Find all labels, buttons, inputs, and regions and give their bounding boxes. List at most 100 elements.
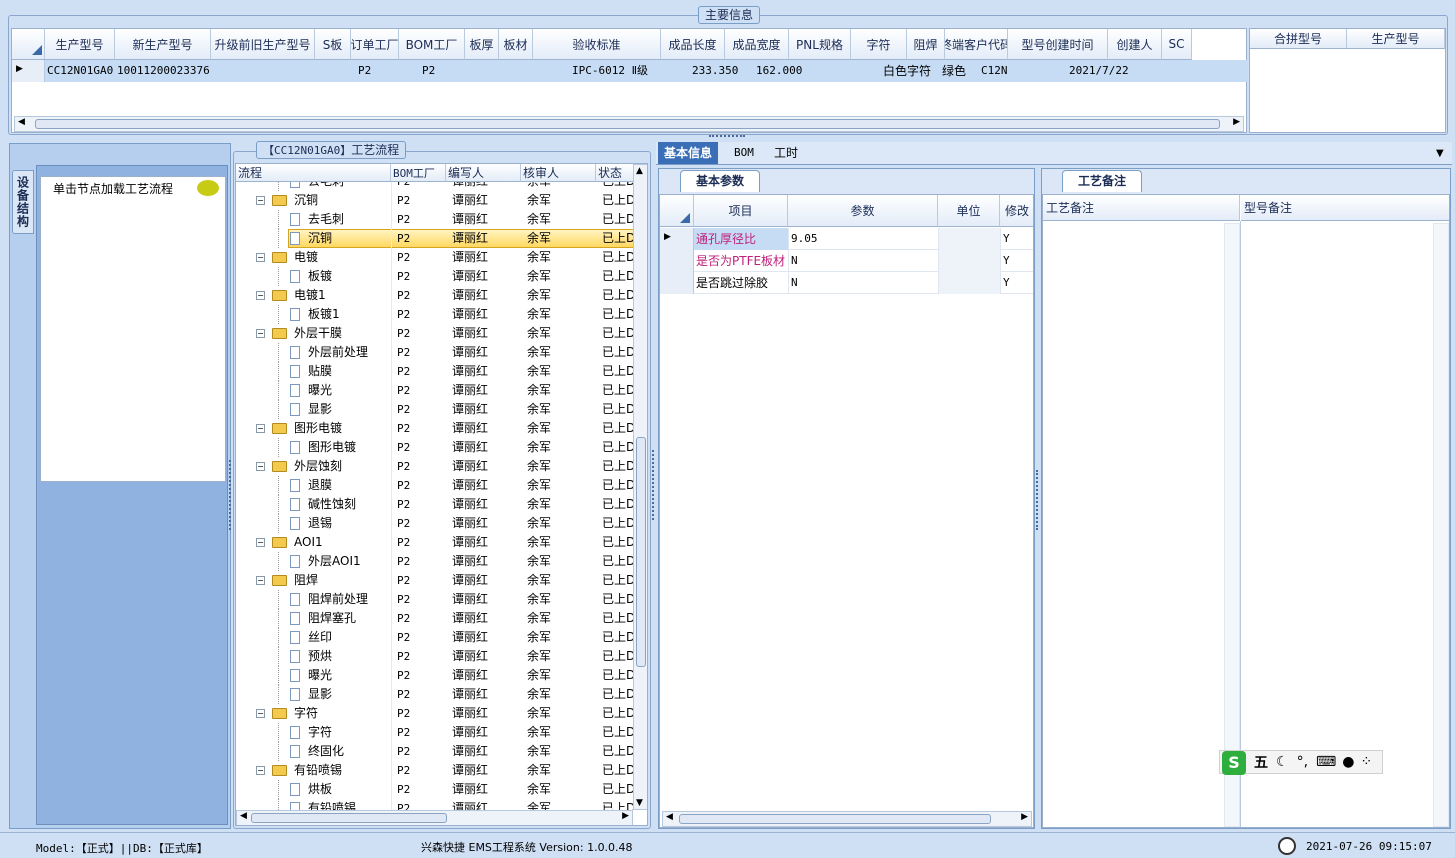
main-col-header[interactable]: 成品宽度 <box>725 29 789 60</box>
params-hscroll-thumb[interactable] <box>679 814 991 824</box>
device-tree-list[interactable]: 单击节点加载工艺流程 <box>40 176 226 482</box>
param-item[interactable]: 是否跳过除胶 <box>694 272 788 294</box>
collapse-icon[interactable]: − <box>256 538 265 547</box>
flow-col-header[interactable]: BOM工厂 <box>391 164 446 182</box>
flow-tree-row[interactable]: 曝光 P2 谭丽红 余军 已上D <box>236 381 634 400</box>
scroll-down-icon[interactable]: ▼ <box>636 798 643 808</box>
flow-tree-row[interactable]: − 图形电镀 P2 谭丽红 余军 已上D <box>236 419 634 438</box>
flow-tree-row[interactable]: − 沉铜 P2 谭丽红 余军 已上D <box>236 191 634 210</box>
flow-tree-row[interactable]: 退膜 P2 谭丽红 余军 已上D <box>236 476 634 495</box>
main-col-header[interactable]: 创建人 <box>1108 29 1162 60</box>
scroll-left-icon[interactable]: ◀ <box>666 812 673 822</box>
main-grid[interactable]: 生产型号 新生产型号 升级前旧生产型号 S板 订单工厂 BOM工厂 板厚 板材 验收标准 成品长度… <box>11 28 1248 133</box>
flow-tree-body[interactable]: 去毛刺P2谭丽红余军已上D−沉铜P2谭丽红余军已上D去毛刺P2谭丽红余军已上D沉… <box>236 182 634 810</box>
collapse-icon[interactable]: − <box>256 329 265 338</box>
flow-tree-row[interactable]: 显影 P2 谭丽红 余军 已上D <box>236 685 634 704</box>
main-col-header[interactable]: 板厚 <box>465 29 499 60</box>
flow-tree-row[interactable]: 外层前处理 P2 谭丽红 余军 已上D <box>236 343 634 362</box>
flow-tree-row[interactable]: − 外层蚀刻 P2 谭丽红 余军 已上D <box>236 457 634 476</box>
tab-hours[interactable]: 工时 <box>768 142 804 164</box>
horizontal-splitter[interactable] <box>709 135 745 139</box>
param-unit[interactable] <box>938 250 1000 272</box>
params-col-header[interactable]: 修改 <box>1000 195 1033 227</box>
flow-tree-row[interactable]: 外层AOI1 P2 谭丽红 余军 已上D <box>236 552 634 571</box>
flow-tree-row[interactable]: 阻焊前处理 P2 谭丽红 余军 已上D <box>236 590 634 609</box>
flow-hscroll[interactable]: ◀ ▶ <box>236 810 633 825</box>
flow-tree-row[interactable]: − 外层干膜 P2 谭丽红 余军 已上D <box>236 324 634 343</box>
model-remark-scroll[interactable] <box>1433 223 1449 827</box>
tab-basic-params[interactable]: 基本参数 <box>680 170 760 192</box>
cell-bom-factory[interactable]: P2 <box>422 60 435 82</box>
punct-icon[interactable]: °, <box>1297 754 1308 770</box>
flow-tree-row[interactable]: − 电镀 P2 谭丽红 余军 已上D <box>236 248 634 267</box>
flow-tree[interactable]: 流程BOM工厂编写人核审人状态 去毛刺P2谭丽红余军已上D−沉铜P2谭丽红余军已… <box>235 163 648 826</box>
cell-width[interactable]: 162.000 <box>756 60 802 82</box>
flow-tree-row[interactable]: 显影 P2 谭丽红 余军 已上D <box>236 400 634 419</box>
collapse-icon[interactable]: − <box>256 766 265 775</box>
param-modified[interactable]: Y <box>1000 250 1033 272</box>
keyboard-icon[interactable]: ⌨ <box>1316 754 1336 770</box>
collapse-icon[interactable]: − <box>256 462 265 471</box>
flow-tree-row[interactable]: 曝光 P2 谭丽红 余军 已上D <box>236 666 634 685</box>
main-col-header[interactable]: PNL规格 <box>789 29 851 60</box>
tab-bom[interactable]: BOM <box>728 142 760 164</box>
cell-char[interactable]: 白色字符 <box>883 60 931 82</box>
params-hscroll[interactable]: ◀ ▶ <box>662 811 1032 827</box>
collapse-mid-handle[interactable] <box>652 450 656 520</box>
flow-col-header[interactable]: 状态 <box>596 164 634 182</box>
scroll-right-icon[interactable]: ▶ <box>1021 812 1028 822</box>
main-grid-corner[interactable] <box>12 29 45 60</box>
collapse-icon[interactable]: − <box>256 576 265 585</box>
collapse-icon[interactable]: − <box>256 424 265 433</box>
flow-tree-row[interactable]: 去毛刺 P2 谭丽红 余军 已上D <box>236 210 634 229</box>
flow-tree-row[interactable]: 丝印 P2 谭丽红 余军 已上D <box>236 628 634 647</box>
flow-tree-row[interactable]: 字符 P2 谭丽红 余军 已上D <box>236 723 634 742</box>
main-col-header[interactable]: 验收标准 <box>533 29 661 60</box>
main-col-header[interactable]: 生产型号 <box>45 29 115 60</box>
ime-toolbar[interactable]: S 五 ☾ °, ⌨ ● ⁘ <box>1219 750 1383 775</box>
param-item[interactable]: 是否为PTFE板材 <box>694 250 788 272</box>
collapse-icon[interactable]: − <box>256 291 265 300</box>
flow-hscroll-thumb[interactable] <box>251 813 447 823</box>
params-col-header[interactable]: 项目 <box>694 195 788 227</box>
scroll-right-icon[interactable]: ▶ <box>622 811 629 821</box>
flow-tree-row[interactable]: 有铅喷锡 P2 谭丽红 余军 已上D <box>236 799 634 810</box>
cell-length[interactable]: 233.350 <box>692 60 738 82</box>
main-col-header[interactable]: 成品长度 <box>661 29 725 60</box>
merge-col-model-header[interactable]: 生产型号 <box>1347 29 1445 49</box>
param-modified[interactable]: Y <box>1000 228 1033 250</box>
flow-tree-row[interactable]: 贴膜 P2 谭丽红 余军 已上D <box>236 362 634 381</box>
cell-created[interactable]: 2021/7/22 <box>1069 60 1129 82</box>
param-modified[interactable]: Y <box>1000 272 1033 294</box>
collapse-icon[interactable]: − <box>256 196 265 205</box>
flow-col-header[interactable]: 编写人 <box>446 164 521 182</box>
params-grid-corner[interactable] <box>660 195 694 227</box>
params-row[interactable]: ▶ 通孔厚径比 9.05 Y <box>660 228 1033 250</box>
merge-grid[interactable]: 合拼型号 生产型号 <box>1249 28 1446 133</box>
flow-tree-row[interactable]: 退锡 P2 谭丽红 余军 已上D <box>236 514 634 533</box>
flow-tree-row[interactable]: 碱性蚀刻 P2 谭丽红 余军 已上D <box>236 495 634 514</box>
main-grid-row[interactable]: ▶ CC12N01GA0 10011200023376 P2 P2 IPC-60… <box>12 60 1248 82</box>
main-col-header[interactable]: 新生产型号 <box>115 29 211 60</box>
main-col-header[interactable]: 型号创建时间 <box>1008 29 1108 60</box>
main-col-header[interactable]: 升级前旧生产型号 <box>211 29 315 60</box>
cell-solder[interactable]: 绿色 <box>942 60 966 82</box>
param-value[interactable]: 9.05 <box>788 228 938 250</box>
sogou-logo-icon[interactable]: S <box>1222 751 1246 775</box>
flow-tree-row[interactable]: 板镀 P2 谭丽红 余军 已上D <box>236 267 634 286</box>
remarks-area[interactable]: 工艺备注 型号备注 <box>1042 194 1450 828</box>
tab-basic-info[interactable]: 基本信息 <box>658 142 719 164</box>
device-structure-tab[interactable]: 设备结构 <box>12 170 34 234</box>
moon-icon[interactable]: ☾ <box>1276 754 1289 770</box>
flow-tree-row[interactable]: − 阻焊 P2 谭丽红 余军 已上D <box>236 571 634 590</box>
main-col-header[interactable]: 板材 <box>499 29 533 60</box>
tab-process-remarks[interactable]: 工艺备注 <box>1062 170 1142 192</box>
flow-tree-row[interactable]: 终固化 P2 谭丽红 余军 已上D <box>236 742 634 761</box>
cell-customer[interactable]: C12N <box>981 60 1008 82</box>
param-unit[interactable] <box>938 228 1000 250</box>
param-item[interactable]: 通孔厚径比 <box>694 228 788 250</box>
cell-new-model[interactable]: 10011200023376 <box>117 60 210 82</box>
flow-tree-row[interactable]: − 字符 P2 谭丽红 余军 已上D <box>236 704 634 723</box>
ime-mode-label[interactable]: 五 <box>1254 752 1268 772</box>
params-row[interactable]: 是否为PTFE板材 N Y <box>660 250 1033 272</box>
